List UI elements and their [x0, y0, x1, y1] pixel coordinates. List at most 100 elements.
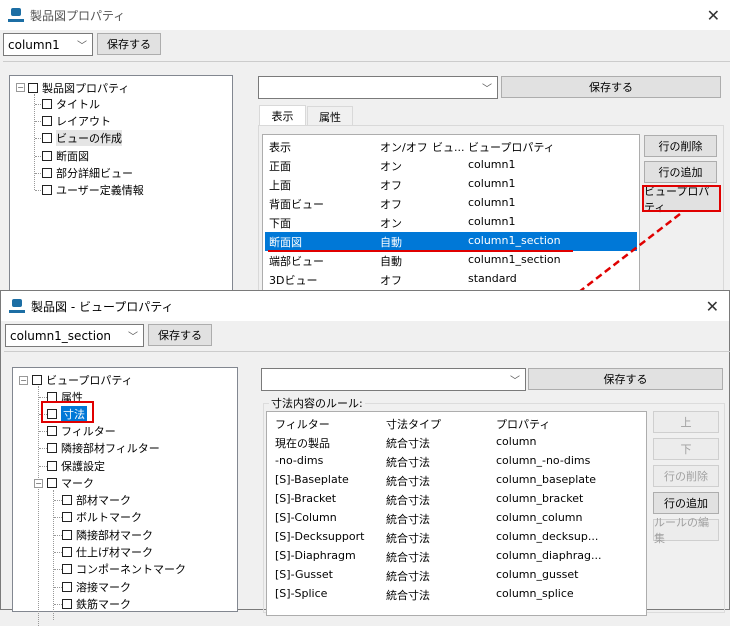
tree-item-filter[interactable]: フィルター: [47, 423, 116, 439]
rule-button[interactable]: ルールの編集: [653, 516, 719, 545]
tree-label: マーク: [61, 477, 94, 490]
tree-item-marks[interactable]: マーク: [47, 475, 94, 491]
rule-button[interactable]: 上: [653, 411, 719, 433]
tree-line: [54, 500, 62, 501]
checkbox[interactable]: [62, 495, 72, 505]
title-bar: 製品図 - ビュープロパティ ✕: [1, 291, 729, 321]
table-row[interactable]: [S]-Column 統合寸法 column_column: [267, 509, 646, 528]
table-cell: [S]-Column: [275, 511, 337, 524]
tree-item-protection[interactable]: 保護設定: [47, 458, 105, 474]
column-header[interactable]: フィルター: [275, 416, 330, 432]
preset-select[interactable]: column1_section ﹀: [5, 324, 144, 347]
table-cell: 統合寸法: [386, 475, 430, 488]
tree-line: [54, 517, 62, 519]
tree-label: コンポーネントマーク: [76, 563, 186, 577]
tree-root[interactable]: ビュープロパティ: [32, 372, 133, 388]
table-row[interactable]: [S]-Gusset 統合寸法 column_gusset: [267, 566, 646, 585]
tree-item-mark[interactable]: ボルトマーク: [62, 509, 142, 525]
table-header: フィルター 寸法タイプ プロパティ: [267, 414, 646, 433]
rule-button[interactable]: 下: [653, 438, 719, 460]
table-row[interactable]: 現在の製品 統合寸法 column: [267, 433, 646, 452]
rule-button[interactable]: 行の追加: [653, 492, 719, 514]
collapse-icon[interactable]: −: [34, 479, 43, 488]
checkbox[interactable]: [62, 546, 72, 557]
view-properties-window: 製品図 - ビュープロパティ ✕ column1_section ﹀ 保存する −…: [0, 290, 730, 626]
table-cell: [S]-Gusset: [275, 568, 333, 581]
tree-label: 仕上げ材マーク: [76, 545, 153, 559]
tree-label: ビュープロパティ: [46, 374, 133, 387]
checkbox[interactable]: [47, 478, 57, 488]
right-save-button[interactable]: 保存する: [528, 368, 723, 390]
checkbox[interactable]: [62, 512, 72, 523]
tree-item-mark[interactable]: 仕上げ材マーク: [62, 544, 153, 560]
tree-label: フィルター: [61, 425, 116, 438]
checkbox[interactable]: [32, 375, 42, 385]
collapse-icon[interactable]: −: [19, 376, 28, 385]
tree-item-mark[interactable]: 隣接部材マーク: [62, 527, 153, 543]
table-cell: column_column: [496, 511, 583, 524]
tree-item-adjacent-filter[interactable]: 隣接部材フィルター: [47, 440, 160, 456]
tree-line: [39, 397, 47, 398]
table-row[interactable]: [S]-Bracket 統合寸法 column_bracket: [267, 490, 646, 509]
app-icon: [9, 299, 25, 313]
column-header[interactable]: 寸法タイプ: [386, 416, 441, 432]
tree-label: 鉄筋マーク: [76, 597, 131, 611]
view-select[interactable]: ﹀: [261, 368, 526, 391]
tree-label: 隣接部材フィルター: [61, 442, 160, 455]
table-cell: column_gusset: [496, 568, 579, 581]
checkbox[interactable]: [62, 529, 72, 540]
checkbox[interactable]: [62, 564, 72, 575]
table-cell: 統合寸法: [386, 494, 430, 507]
table-cell: column_baseplate: [496, 473, 597, 486]
table-cell: [S]-Baseplate: [275, 473, 349, 486]
tree-label: 保護設定: [61, 460, 105, 473]
tree-line: [54, 551, 62, 553]
tree-line: [54, 569, 62, 571]
table-row[interactable]: [S]-Diaphragm 統合寸法 column_diaphrag...: [267, 547, 646, 566]
table-cell: [S]-Decksupport: [275, 530, 365, 543]
preset-value: column1_section: [10, 328, 112, 343]
table-cell: 現在の製品: [275, 437, 330, 450]
table-row[interactable]: [S]-Decksupport 統合寸法 column_decksup...: [267, 528, 646, 547]
table-cell: 統合寸法: [386, 437, 430, 450]
red-box-annotation: [41, 401, 94, 423]
tree-line: [39, 448, 47, 449]
table-cell: [S]-Diaphragm: [275, 549, 356, 562]
table-cell: 統合寸法: [386, 551, 430, 564]
checkbox[interactable]: [47, 461, 57, 471]
checkbox[interactable]: [47, 426, 57, 436]
chevron-down-icon: ﹀: [128, 332, 138, 343]
checkbox[interactable]: [47, 443, 57, 453]
close-icon[interactable]: ✕: [706, 297, 719, 316]
column-header[interactable]: プロパティ: [496, 416, 550, 432]
table-cell: column_bracket: [496, 492, 584, 505]
table-row[interactable]: [S]-Splice 統合寸法 column_splice: [267, 585, 646, 604]
table-row[interactable]: -no-dims 統合寸法 column_-no-dims: [267, 452, 646, 471]
table-cell: column_-no-dims: [496, 454, 591, 467]
group-label: 寸法内容のルール:: [269, 395, 365, 411]
tree-line: [53, 490, 54, 620]
window-title: 製品図 - ビュープロパティ: [31, 299, 174, 314]
chevron-down-icon: ﹀: [510, 376, 520, 387]
rule-button[interactable]: 行の削除: [653, 465, 719, 487]
table-cell: column_diaphrag...: [496, 549, 602, 562]
tree-label: ボルトマーク: [76, 511, 142, 525]
tree-item-mark[interactable]: 部材マーク: [62, 492, 131, 508]
tree-line: [54, 603, 62, 605]
tree-item-mark[interactable]: 溶接マーク: [62, 579, 131, 595]
tree-item-mark[interactable]: 鉄筋マーク: [62, 596, 131, 612]
table-cell: [S]-Splice: [275, 587, 328, 600]
save-button[interactable]: 保存する: [148, 324, 212, 346]
table-cell: 統合寸法: [386, 532, 430, 545]
table-row[interactable]: [S]-Baseplate 統合寸法 column_baseplate: [267, 471, 646, 490]
checkbox[interactable]: [62, 598, 72, 609]
table-cell: 統合寸法: [386, 570, 430, 583]
table-cell: [S]-Bracket: [275, 492, 337, 505]
rules-table: フィルター 寸法タイプ プロパティ 現在の製品 統合寸法 column -no-dim…: [266, 411, 647, 616]
tree-line: [39, 466, 47, 467]
table-cell: 統合寸法: [386, 456, 430, 469]
table-cell: column: [496, 435, 537, 448]
tree-item-mark[interactable]: コンポーネントマーク: [62, 561, 186, 577]
checkbox[interactable]: [62, 581, 72, 592]
arrow-line: [565, 213, 681, 303]
